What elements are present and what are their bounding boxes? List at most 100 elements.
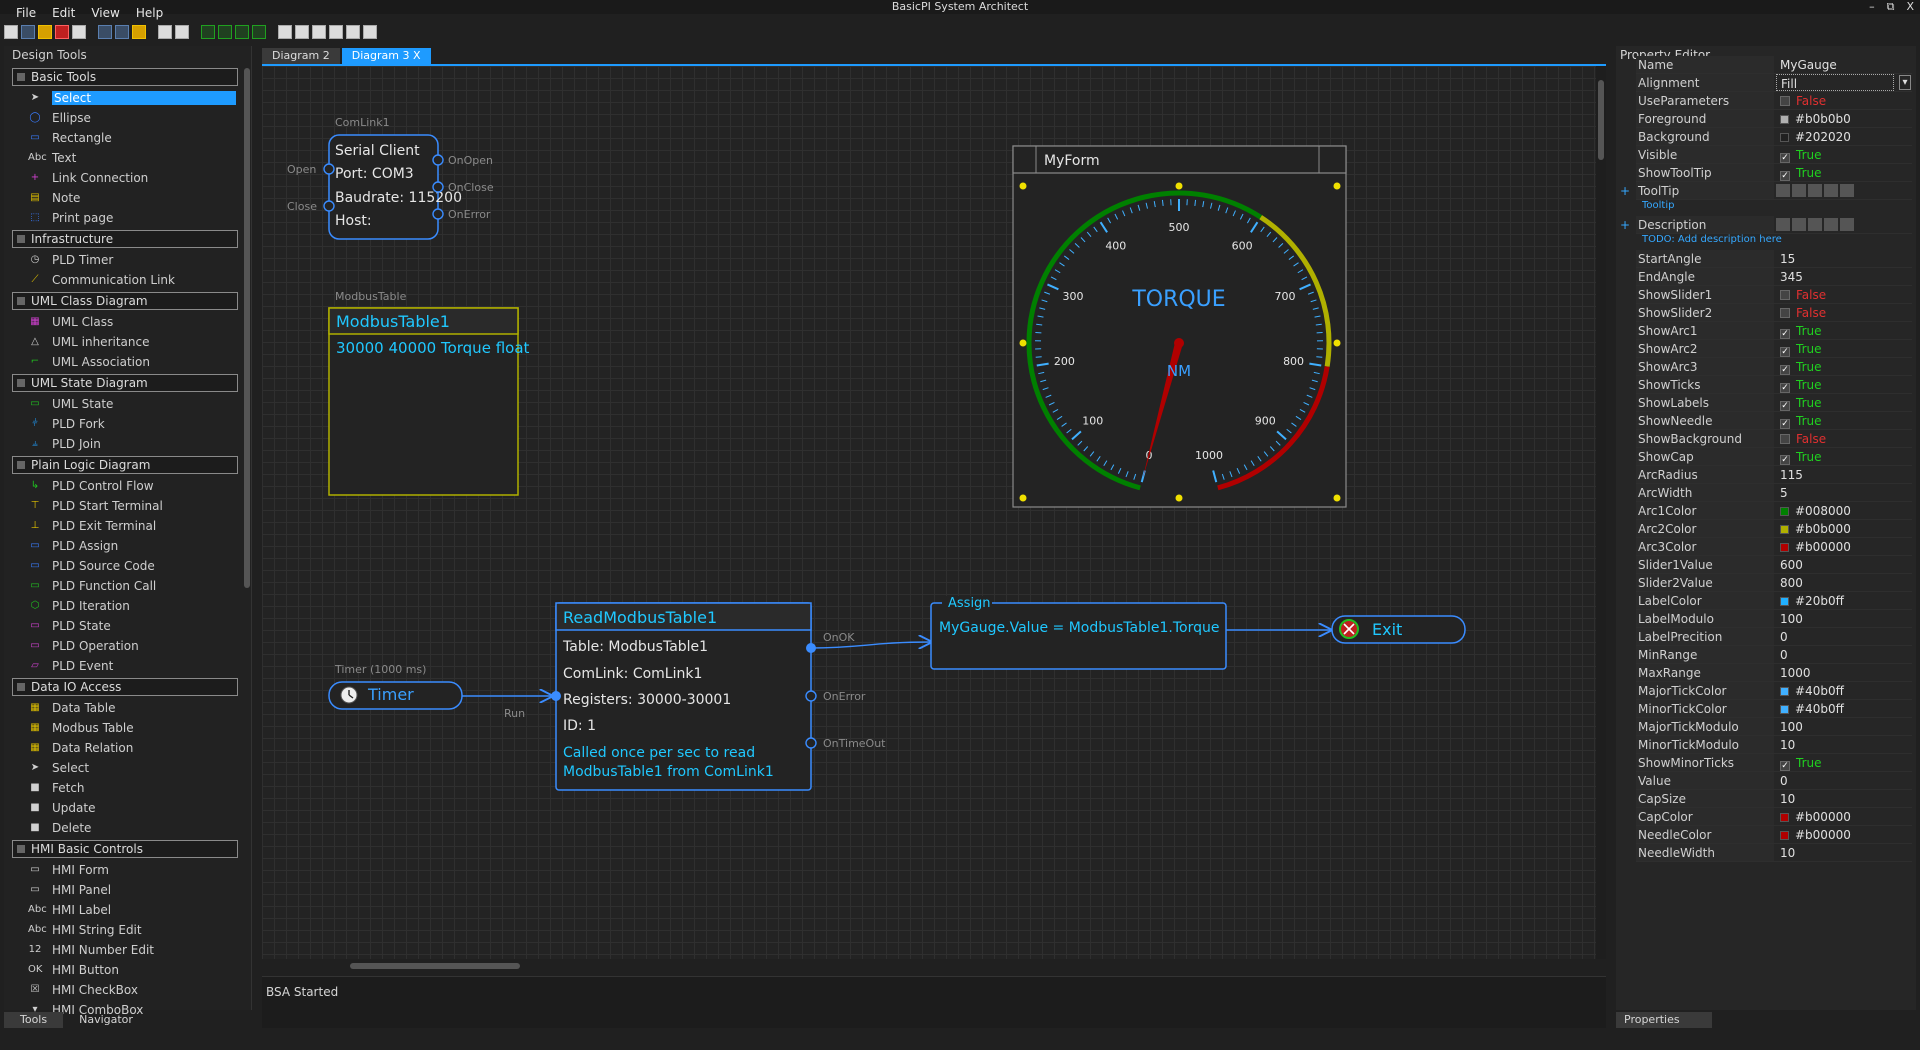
property-value[interactable]: 100 <box>1776 718 1912 735</box>
property-value[interactable]: #40b0ff <box>1776 700 1912 717</box>
property-row-majortickmodulo[interactable]: MajorTickModulo 100 <box>1636 718 1912 736</box>
menu-file[interactable]: File <box>8 4 44 22</box>
tool-category-uml-class-diagram[interactable]: UML Class Diagram <box>12 292 238 310</box>
property-row-capsize[interactable]: CapSize 10 <box>1636 790 1912 808</box>
property-row-labelcolor[interactable]: LabelColor #20b0ff <box>1636 592 1912 610</box>
print-icon[interactable] <box>72 25 86 39</box>
property-row-value[interactable]: Value 0 <box>1636 772 1912 790</box>
send-backward-icon[interactable] <box>252 25 266 39</box>
paste-icon[interactable] <box>132 25 146 39</box>
close-file-icon[interactable] <box>55 25 69 39</box>
property-value[interactable]: 1000 <box>1776 664 1912 681</box>
property-value[interactable]: #008000 <box>1776 502 1912 519</box>
property-row-background[interactable]: Background #202020 <box>1636 128 1912 146</box>
tool-item-hmi-panel[interactable]: ▭ HMI Panel <box>8 880 242 900</box>
selection-handle[interactable] <box>1333 339 1341 347</box>
tool-item-pld-state[interactable]: ▭ PLD State <box>8 616 242 636</box>
property-row-arc2color[interactable]: Arc2Color #b0b000 <box>1636 520 1912 538</box>
align-bottom-icon[interactable] <box>329 25 343 39</box>
property-row-showbackground[interactable]: ShowBackground False <box>1636 430 1912 448</box>
distribute-horizontal-icon[interactable] <box>346 25 360 39</box>
tool-item-pld-fork[interactable]: ⫩ PLD Fork <box>8 414 242 434</box>
property-value[interactable]: #b00000 <box>1776 808 1912 825</box>
tool-item-note[interactable]: ▤ Note <box>8 188 242 208</box>
tab-navigator[interactable]: Navigator <box>63 1012 149 1028</box>
tool-item-pld-exit-terminal[interactable]: ⊥ PLD Exit Terminal <box>8 516 242 536</box>
tool-item-pld-timer[interactable]: ◷ PLD Timer <box>8 250 242 270</box>
property-value[interactable]: ✓ True <box>1776 448 1912 465</box>
property-row-visible[interactable]: Visible ✓ True <box>1636 146 1912 164</box>
property-value[interactable]: 0 <box>1776 772 1912 789</box>
property-subtext[interactable]: TODO: Add description here <box>1636 234 1912 248</box>
menu-help[interactable]: Help <box>128 4 171 22</box>
minimize-button[interactable]: – <box>1869 0 1875 14</box>
tool-item-update[interactable]: ■ Update <box>8 798 242 818</box>
property-value[interactable]: ✓ True <box>1776 754 1912 771</box>
property-value[interactable]: 100 <box>1776 610 1912 627</box>
property-value[interactable]: ✓ True <box>1776 394 1912 411</box>
property-row-startangle[interactable]: StartAngle 15 <box>1636 250 1912 268</box>
read-run-port[interactable] <box>551 691 561 701</box>
send-back-icon[interactable] <box>218 25 232 39</box>
distribute-vertical-icon[interactable] <box>363 25 377 39</box>
property-value[interactable]: MyGauge <box>1776 56 1912 73</box>
read-onerror-port[interactable] <box>805 690 817 702</box>
property-row-foreground[interactable]: Foreground #b0b0b0 <box>1636 110 1912 128</box>
property-value[interactable]: ✓ True <box>1776 412 1912 429</box>
tool-item-select[interactable]: ➤ Select <box>8 758 242 778</box>
selection-handle[interactable] <box>1019 494 1027 502</box>
tool-item-uml-inheritance[interactable]: △ UML inheritance <box>8 332 242 352</box>
expand-icon[interactable]: + <box>1620 182 1630 200</box>
tool-category-uml-state-diagram[interactable]: UML State Diagram <box>12 374 238 392</box>
property-value[interactable]: 10 <box>1776 790 1912 807</box>
snap-grid-icon[interactable] <box>175 25 189 39</box>
checkbox-icon[interactable]: ✓ <box>1780 401 1790 411</box>
property-row-needlewidth[interactable]: NeedleWidth 10 <box>1636 844 1912 862</box>
tool-item-hmi-checkbox[interactable]: ☒ HMI CheckBox <box>8 980 242 1000</box>
tool-item-pld-iteration[interactable]: ⬡ PLD Iteration <box>8 596 242 616</box>
property-value[interactable]: ✓ True <box>1776 164 1912 181</box>
bring-forward-icon[interactable] <box>235 25 249 39</box>
bring-front-icon[interactable] <box>201 25 215 39</box>
selection-handle[interactable] <box>1019 182 1027 190</box>
tool-item-print-page[interactable]: ⬚ Print page <box>8 208 242 228</box>
checkbox-icon[interactable] <box>1780 96 1790 106</box>
tool-item-pld-assign[interactable]: ▭ PLD Assign <box>8 536 242 556</box>
align-left-icon[interactable] <box>278 25 292 39</box>
property-row-maxrange[interactable]: MaxRange 1000 <box>1636 664 1912 682</box>
property-row-name[interactable]: Name MyGauge <box>1636 56 1912 74</box>
property-value[interactable]: 15 <box>1776 250 1912 267</box>
comlink-onclose-port[interactable] <box>432 181 444 193</box>
tool-category-data-io-access[interactable]: Data IO Access <box>12 678 238 696</box>
checkbox-icon[interactable]: ✓ <box>1780 455 1790 465</box>
property-value[interactable]: #40b0ff <box>1776 682 1912 699</box>
save-icon[interactable] <box>21 25 35 39</box>
tool-item-fetch[interactable]: ■ Fetch <box>8 778 242 798</box>
property-row-showlabels[interactable]: ShowLabels ✓ True <box>1636 394 1912 412</box>
new-file-icon[interactable] <box>4 25 18 39</box>
tool-item-pld-source-code[interactable]: ▭ PLD Source Code <box>8 556 242 576</box>
expand-icon[interactable]: + <box>1620 216 1630 234</box>
close-button[interactable]: X <box>1906 0 1914 14</box>
property-value[interactable]: 5 <box>1776 484 1912 501</box>
property-row-description[interactable]: + Description <box>1620 216 1912 234</box>
tool-item-hmi-form[interactable]: ▭ HMI Form <box>8 860 242 880</box>
checkbox-icon[interactable]: ✓ <box>1780 383 1790 393</box>
checkbox-icon[interactable]: ✓ <box>1780 171 1790 181</box>
property-value[interactable]: ✓ True <box>1776 376 1912 393</box>
tool-item-uml-class[interactable]: ▦ UML Class <box>8 312 242 332</box>
property-row-showarc2[interactable]: ShowArc2 ✓ True <box>1636 340 1912 358</box>
property-row-showarc3[interactable]: ShowArc3 ✓ True <box>1636 358 1912 376</box>
property-row-slider2value[interactable]: Slider2Value 800 <box>1636 574 1912 592</box>
tool-item-uml-state[interactable]: ▭ UML State <box>8 394 242 414</box>
property-value[interactable]: False <box>1776 304 1912 321</box>
align-center-icon[interactable] <box>295 25 309 39</box>
property-row-showcap[interactable]: ShowCap ✓ True <box>1636 448 1912 466</box>
comlink-open-port[interactable] <box>323 163 335 175</box>
property-row-showticks[interactable]: ShowTicks ✓ True <box>1636 376 1912 394</box>
align-right-icon[interactable] <box>312 25 326 39</box>
property-row-minortickcolor[interactable]: MinorTickColor #40b0ff <box>1636 700 1912 718</box>
tool-item-pld-join[interactable]: ⫨ PLD Join <box>8 434 242 454</box>
property-value[interactable]: 0 <box>1776 628 1912 645</box>
tab-tools[interactable]: Tools <box>4 1012 64 1028</box>
